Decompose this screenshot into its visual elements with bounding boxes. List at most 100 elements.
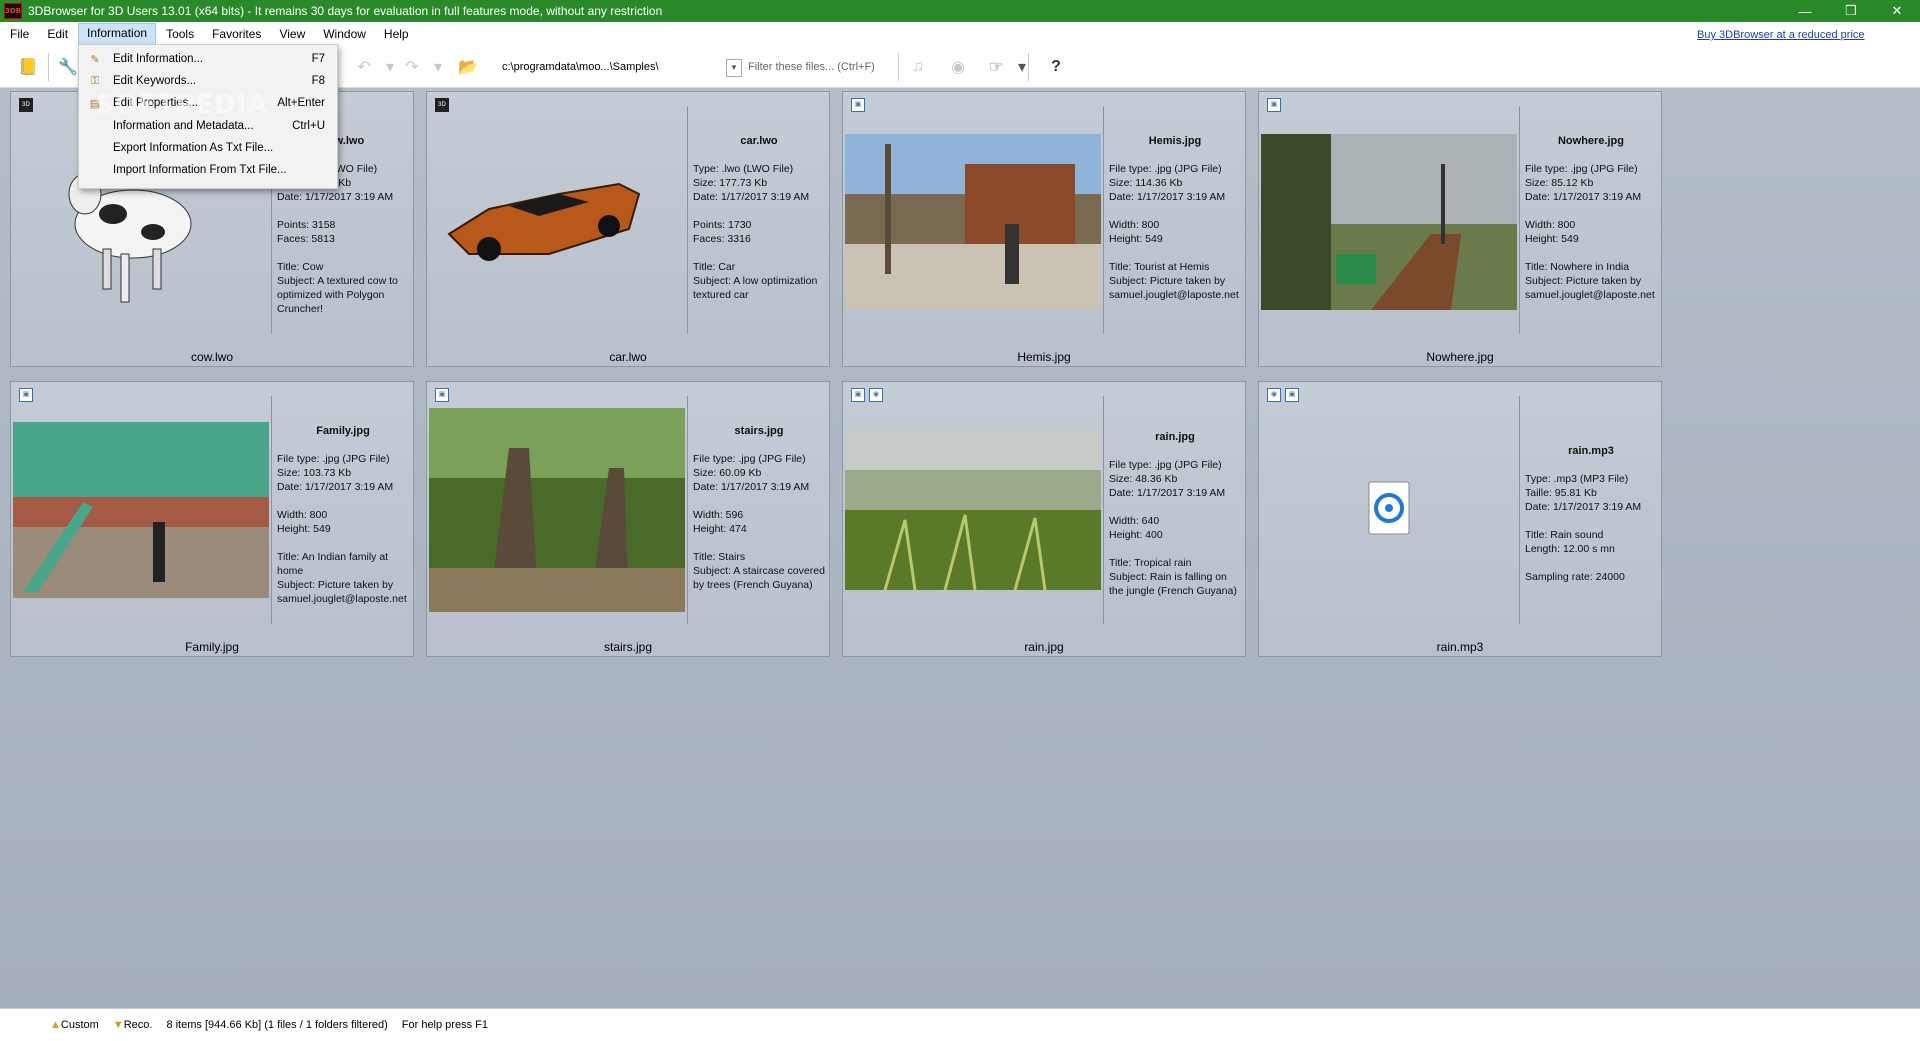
toolbar-separator	[1028, 53, 1029, 81]
file-card[interactable]: 3D car.lwo Type: .lwo (LWO File) Size: 1…	[426, 91, 830, 367]
window-title: 3DBrowser for 3D Users 13.01 (x64 bits) …	[28, 4, 663, 18]
file-info: rain.mp3 Type: .mp3 (MP3 File) Taille: 9…	[1525, 444, 1657, 584]
file-card[interactable]: ▣ Family.jpg File type: .jpg (JPG File) …	[10, 381, 414, 657]
file-caption: Hemis.jpg	[1017, 350, 1071, 364]
card-divider	[1103, 106, 1104, 334]
info-line: Date: 1/17/2017 3:19 AM	[1525, 501, 1642, 513]
info-line: File type: .jpg (JPG File)	[1525, 163, 1638, 175]
info-line: Subject: A staircase covered by trees (F…	[693, 565, 825, 591]
toolbar-separator	[48, 53, 49, 81]
info-line: Date: 1/17/2017 3:19 AM	[693, 481, 810, 493]
menu-favorites[interactable]: Favorites	[204, 24, 269, 45]
menu-edit-keywords[interactable]: ⚿ Edit Keywords... F8	[79, 70, 337, 92]
menu-tools[interactable]: Tools	[158, 24, 202, 45]
forward-dropdown-icon[interactable]: ▾	[426, 55, 450, 79]
file-caption: rain.mp3	[1436, 640, 1484, 654]
info-line: Date: 1/17/2017 3:19 AM	[277, 191, 394, 203]
info-line: Subject: A textured cow to optimized wit…	[277, 275, 398, 315]
file-card[interactable]: ▣ ◉ rain.jpg File type: .jpg (JPG File) …	[842, 381, 1246, 657]
info-line: Date: 1/17/2017 3:19 AM	[277, 481, 394, 493]
title-bar: 3DB 3DBrowser for 3D Users 13.01 (x64 bi…	[0, 0, 1920, 22]
card-divider	[1103, 396, 1104, 624]
menu-view[interactable]: View	[271, 24, 313, 45]
file-title: Nowhere.jpg	[1557, 135, 1624, 147]
image-badge-icon: ▣	[19, 388, 33, 402]
file-title: car.lwo	[740, 135, 778, 147]
forward-arrow-icon[interactable]: ↷	[400, 55, 424, 79]
info-line: Taille: 95.81 Kb	[1525, 487, 1597, 499]
info-line: Date: 1/17/2017 3:19 AM	[1109, 191, 1226, 203]
status-reco[interactable]: ▼ Reco.	[113, 1019, 153, 1031]
file-caption: Nowhere.jpg	[1426, 350, 1494, 364]
info-line: File type: .jpg (JPG File)	[277, 453, 390, 465]
minimize-icon[interactable]: —	[1782, 0, 1828, 22]
info-line: Faces: 5813	[277, 233, 335, 245]
filter-input[interactable]: Filter these files... (Ctrl+F)	[748, 57, 888, 77]
info-line: Title: An Indian family at home	[277, 551, 389, 577]
card-divider	[687, 106, 688, 334]
file-card[interactable]: ▣ stairs.jpg File type: .jpg (JPG File) …	[426, 381, 830, 657]
info-line: File type: .jpg (JPG File)	[1109, 459, 1222, 471]
file-card[interactable]: ▣ Nowhere.jpg File type: .jpg (JPG File)…	[1258, 91, 1662, 367]
tools-icon[interactable]: 🔧	[56, 55, 80, 79]
info-line: File type: .jpg (JPG File)	[1109, 163, 1222, 175]
menu-window[interactable]: Window	[315, 24, 374, 45]
info-line: Subject: Picture taken by samuel.jouglet…	[1109, 275, 1239, 301]
file-info: car.lwo Type: .lwo (LWO File) Size: 177.…	[693, 134, 825, 302]
file-info: Nowhere.jpg File type: .jpg (JPG File) S…	[1525, 134, 1657, 302]
info-line: Subject: Picture taken by samuel.jouglet…	[277, 579, 407, 605]
image-badge-icon: ▣	[851, 388, 865, 402]
path-dropdown-icon[interactable]: ▼	[726, 59, 742, 77]
back-arrow-icon[interactable]: ↶	[352, 55, 376, 79]
status-items: 8 items [944.66 Kb] (1 files / 1 folders…	[166, 1019, 388, 1031]
image-badge-icon: ▣	[1285, 388, 1299, 402]
info-line: Type: .lwo (LWO File)	[693, 163, 794, 175]
info-line: Width: 800	[1525, 219, 1576, 231]
app-icon: 3DB	[4, 3, 22, 19]
stairs-thumbnail	[429, 408, 685, 612]
menu-information[interactable]: Information	[78, 23, 157, 46]
info-line: Width: 800	[1109, 219, 1160, 231]
back-dropdown-icon[interactable]: ▾	[378, 55, 402, 79]
folder-up-icon[interactable]: 📂	[456, 55, 480, 79]
book-icon[interactable]: 📒	[16, 55, 40, 79]
info-line: Width: 800	[277, 509, 328, 521]
file-card[interactable]: ▣ Hemis.jpg File type: .jpg (JPG File) S…	[842, 91, 1246, 367]
menu-file[interactable]: File	[2, 24, 37, 45]
menu-help[interactable]: Help	[376, 24, 417, 45]
info-line: Title: Cow	[277, 261, 324, 273]
info-line: Subject: Rain is falling on the jungle (…	[1109, 571, 1237, 597]
restore-icon[interactable]: ❐	[1828, 0, 1874, 22]
menu-edit-information[interactable]: ✎ Edit Information... F7	[79, 48, 337, 70]
info-line: Size: 103.73 Kb	[277, 467, 352, 479]
path-field[interactable]: c:\programdata\moo...\Samples\	[494, 57, 734, 77]
buy-link[interactable]: Buy 3DBrowser at a reduced price	[1697, 29, 1865, 41]
file-info: Family.jpg File type: .jpg (JPG File) Si…	[277, 424, 409, 606]
status-custom[interactable]: ▲ Custom	[50, 1019, 99, 1031]
music-icon[interactable]: ♫	[906, 55, 930, 79]
menu-import-information[interactable]: Import Information From Txt File...	[79, 159, 337, 181]
menu-export-information[interactable]: Export Information As Txt File...	[79, 137, 337, 159]
filter-icon: ▼	[112, 1019, 124, 1031]
file-caption: rain.jpg	[1024, 640, 1064, 654]
audio-file-icon	[1368, 481, 1410, 535]
info-line: Size: 85.12 Kb	[1525, 177, 1594, 189]
file-card[interactable]: ◉ ▣ rain.mp3 Type: .mp3 (MP3 File) Taill…	[1258, 381, 1662, 657]
close-icon[interactable]: ✕	[1874, 0, 1920, 22]
info-line: Height: 549	[1525, 233, 1579, 245]
info-line: Title: Nowhere in India	[1525, 261, 1630, 273]
info-line: Title: Stairs	[693, 551, 746, 563]
hand-icon[interactable]: ☞	[984, 55, 1008, 79]
car-thumbnail	[447, 182, 641, 261]
info-line: Subject: Picture taken by samuel.jouglet…	[1525, 275, 1655, 301]
info-line: Height: 474	[693, 523, 747, 535]
info-line: Width: 596	[693, 509, 744, 521]
card-divider	[1519, 396, 1520, 624]
menu-edit[interactable]: Edit	[39, 24, 76, 45]
info-line: Date: 1/17/2017 3:19 AM	[1525, 191, 1642, 203]
file-info: rain.jpg File type: .jpg (JPG File) Size…	[1109, 430, 1241, 598]
hand-dropdown-icon[interactable]: ▾	[1010, 55, 1034, 79]
image-badge-icon: ▣	[435, 388, 449, 402]
disc-icon[interactable]: ◉	[946, 55, 970, 79]
help-icon[interactable]: ?	[1044, 55, 1068, 79]
